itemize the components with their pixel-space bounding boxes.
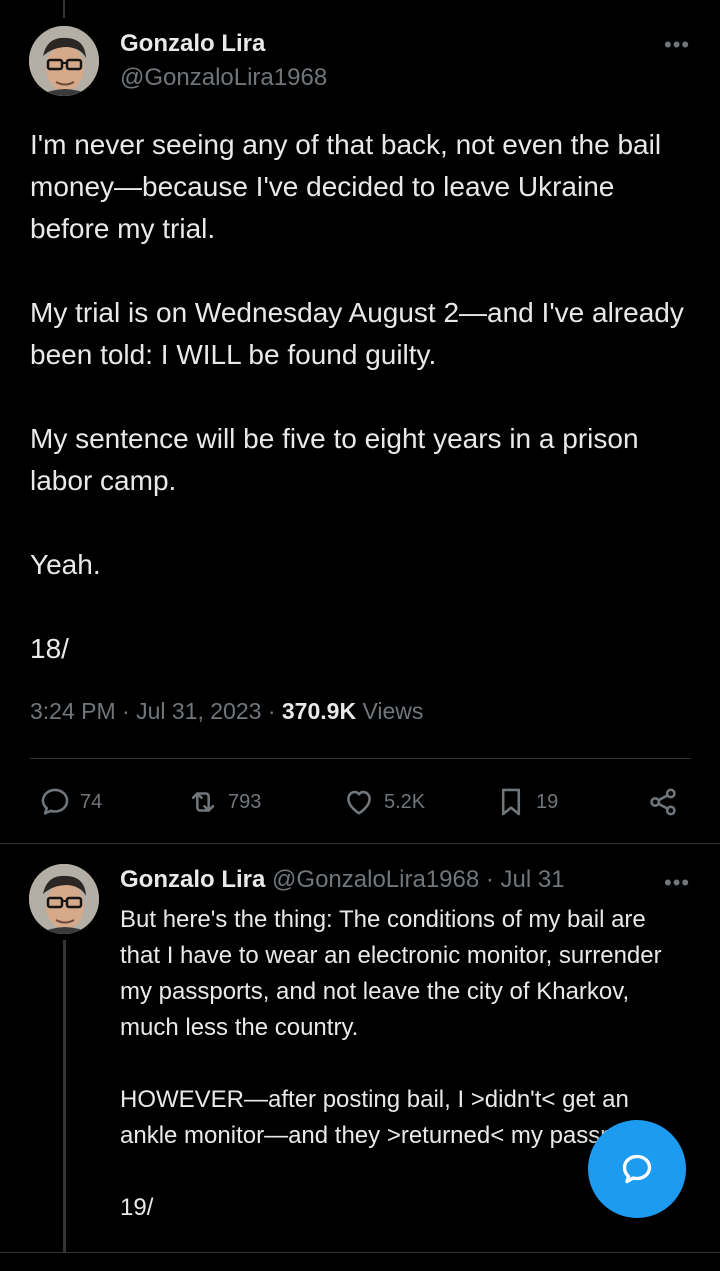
meta-separator: · — [267, 698, 276, 724]
compose-button[interactable] — [588, 1120, 686, 1218]
share-button[interactable] — [646, 784, 680, 820]
avatar[interactable] — [29, 26, 99, 96]
tweet-separator — [0, 843, 720, 844]
reply-count: 74 — [80, 790, 103, 813]
avatar-image — [29, 864, 99, 934]
tweet-meta: 3:24 PM · Jul 31, 2023 · 370.9K Views — [30, 698, 423, 725]
reply-more-options-icon[interactable]: ••• — [664, 870, 690, 896]
compose-icon — [622, 1154, 652, 1184]
bookmark-count: 19 — [536, 790, 559, 813]
thread-line — [63, 940, 66, 1252]
bookmark-button[interactable]: 19 — [494, 784, 558, 820]
like-button[interactable]: 5.2K — [342, 784, 425, 820]
repost-icon — [191, 792, 215, 812]
like-count: 5.2K — [384, 790, 426, 813]
reply-author-name[interactable]: Gonzalo Lira — [120, 866, 265, 893]
reply-button[interactable]: 74 — [38, 784, 102, 820]
reply-date[interactable]: Jul 31 — [501, 866, 565, 893]
tweet-paragraph: My sentence will be five to eight years … — [30, 423, 639, 496]
tweet-paragraph: Yeah. — [30, 549, 101, 580]
avatar-image — [29, 26, 99, 96]
reply-avatar[interactable] — [29, 864, 99, 934]
author-handle[interactable]: @GonzaloLira1968 — [120, 64, 327, 92]
views-label[interactable]: Views — [362, 698, 423, 724]
tweet-date[interactable]: Jul 31, 2023 — [136, 698, 261, 724]
heart-icon — [347, 790, 371, 815]
share-icon — [650, 788, 676, 816]
repost-button[interactable]: 793 — [186, 784, 261, 820]
tweet-paragraph: My trial is on Wednesday August 2—and I'… — [30, 297, 684, 370]
meta-separator: · — [485, 866, 494, 893]
tweet-body: I'm never seeing any of that back, not e… — [30, 124, 695, 670]
meta-separator: · — [122, 698, 130, 724]
bottom-divider — [0, 1252, 720, 1253]
reply-header: Gonzalo Lira @GonzaloLira1968 · Jul 31 — [120, 866, 565, 894]
more-options-icon[interactable]: ••• — [664, 32, 690, 58]
tweet-paragraph: I'm never seeing any of that back, not e… — [30, 129, 662, 244]
divider — [30, 758, 691, 759]
tweet-paragraph: 18/ — [30, 633, 69, 664]
author-name[interactable]: Gonzalo Lira — [120, 30, 265, 58]
tweet-time[interactable]: 3:24 PM — [30, 698, 116, 724]
reply-icon — [41, 788, 69, 815]
repost-count: 793 — [228, 790, 262, 813]
thread-line-top — [63, 0, 65, 18]
reply-author-handle[interactable]: @GonzaloLira1968 — [272, 866, 479, 893]
bookmark-icon — [501, 788, 521, 816]
reply-paragraph: But here's the thing: The conditions of … — [120, 906, 662, 1041]
views-count[interactable]: 370.9K — [282, 698, 356, 724]
